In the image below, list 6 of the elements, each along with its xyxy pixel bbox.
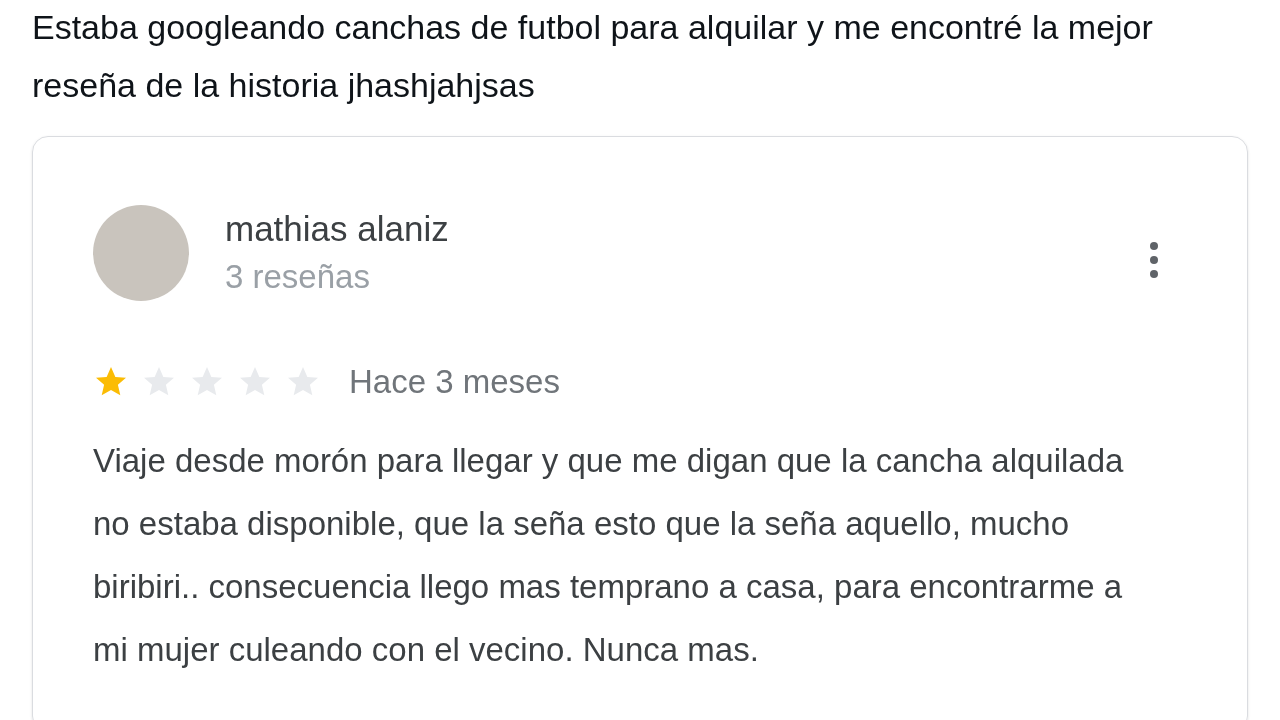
review-count: 3 reseñas [225, 257, 371, 297]
tweet-text: Estaba googleando canchas de futbol para alquilar y me encontré la mejor reseña de la historia jhashjahjsas [32, 7, 1154, 106]
reviewer-name[interactable]: mathias alaniz [225, 205, 449, 253]
more-options-icon[interactable] [1149, 241, 1159, 279]
review-text: Viaje desde morón para llegar y que me digan que la cancha alquilada no estaba disponible, que la seña esto que la seña aquello, mucho biribiri.. consecuencia llego mas temprano a casa, para encontrarme a mi mujer culeando con el vecino. Nunca mas. [93, 440, 1125, 670]
review-date: Hace 3 meses [349, 362, 560, 402]
